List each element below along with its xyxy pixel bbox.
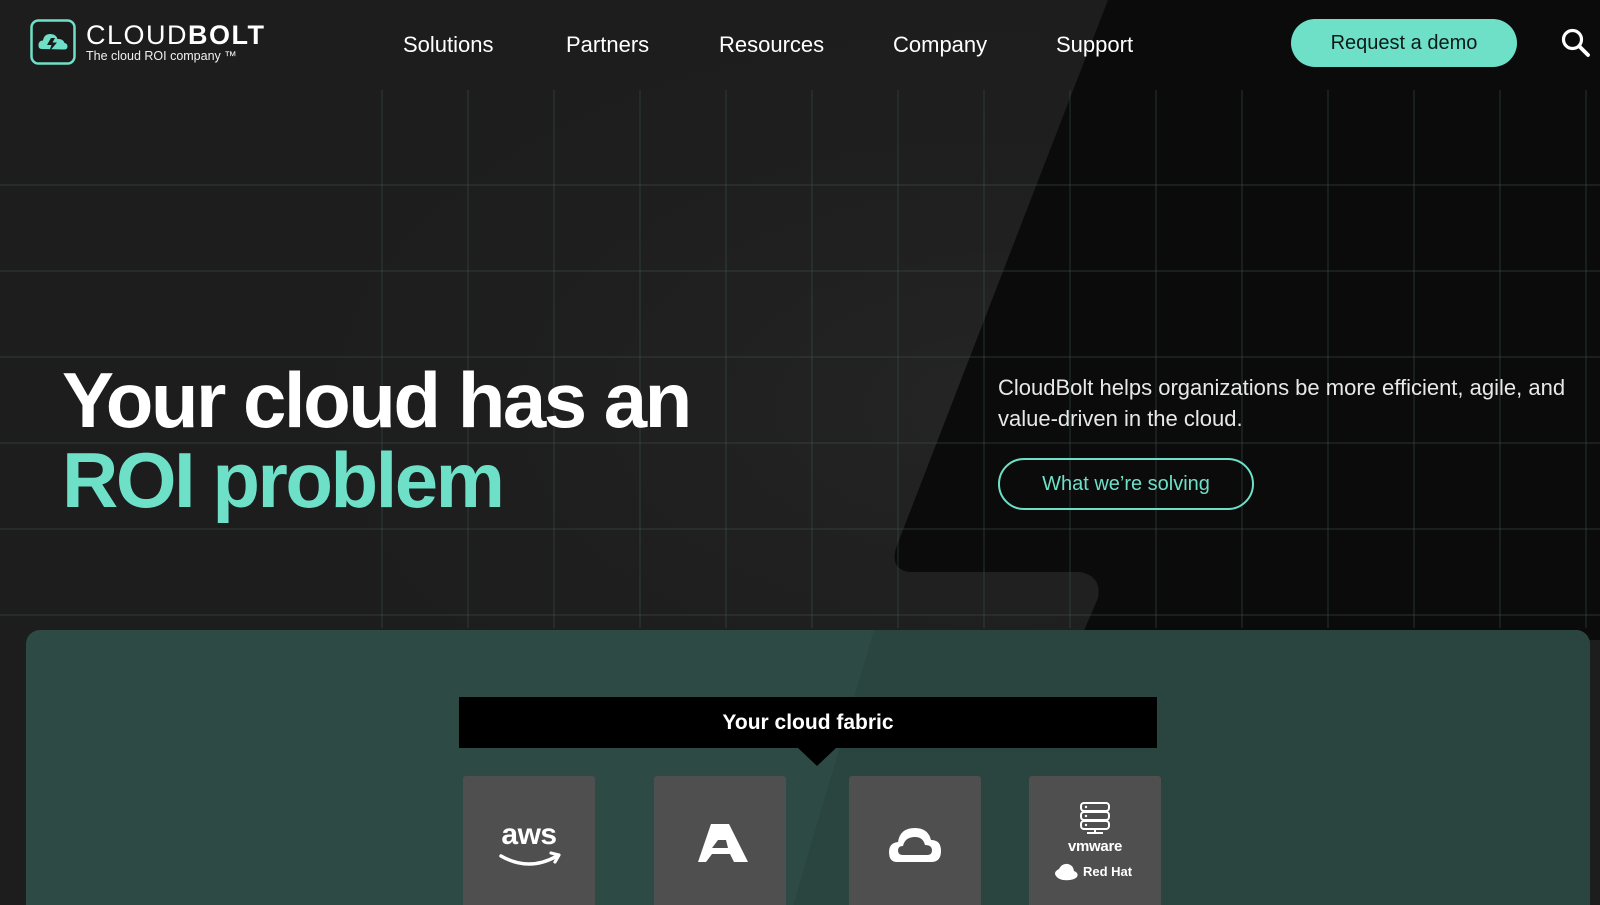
brand-wordmark: CLOUDBOLT The cloud ROI company ™ [86, 21, 266, 63]
hero-title-line-1: Your cloud has an [62, 356, 692, 444]
google-cloud-logo-icon [889, 828, 941, 862]
nav-item-company[interactable]: Company [893, 28, 987, 62]
tile-google-cloud[interactable] [849, 776, 981, 905]
what-were-solving-button[interactable]: What we’re solving [998, 458, 1254, 510]
nav-item-resources[interactable]: Resources [719, 28, 824, 62]
nav-item-support[interactable]: Support [1056, 28, 1133, 62]
brand-name-bold: BOLT [188, 20, 266, 50]
cloud-fabric-panel [26, 630, 1590, 905]
nav-item-solutions[interactable]: Solutions [403, 28, 494, 62]
cloud-bolt-logo-icon [30, 19, 76, 65]
hero-title: Your cloud has an ROI problem [62, 356, 692, 524]
brand-name: CLOUDBOLT [86, 21, 266, 49]
hero-title-line-2: ROI problem [62, 436, 505, 524]
redhat-logo-text: Red Hat [1083, 864, 1133, 879]
tile-aws[interactable]: aws [463, 776, 595, 905]
site-header: CLOUDBOLT The cloud ROI company ™ Soluti… [0, 0, 1600, 90]
hero-description: CloudBolt helps organizations be more ef… [998, 375, 1566, 431]
tile-azure[interactable] [654, 776, 786, 905]
tile-vmware-redhat[interactable]: vmware Red Hat [1029, 776, 1161, 905]
page: CLOUDBOLT The cloud ROI company ™ Soluti… [0, 0, 1600, 905]
red-hat-icon [1055, 863, 1078, 881]
request-demo-button[interactable]: Request a demo [1291, 19, 1517, 67]
brand-logo[interactable]: CLOUDBOLT The cloud ROI company ™ [30, 19, 266, 65]
search-icon [1561, 28, 1590, 57]
cloud-fabric-pointer [798, 748, 836, 766]
brand-name-light: CLOUD [86, 20, 189, 50]
azure-logo-icon [698, 824, 748, 862]
brand-tagline: The cloud ROI company ™ [86, 49, 237, 63]
vmware-logo-text: vmware [1067, 838, 1123, 855]
nav-item-partners[interactable]: Partners [566, 28, 649, 62]
search-button[interactable] [1560, 27, 1592, 59]
panel-diagonal-shade [793, 630, 1590, 905]
cloud-fabric-title: Your cloud fabric [459, 697, 1157, 748]
aws-logo-icon [499, 851, 561, 866]
